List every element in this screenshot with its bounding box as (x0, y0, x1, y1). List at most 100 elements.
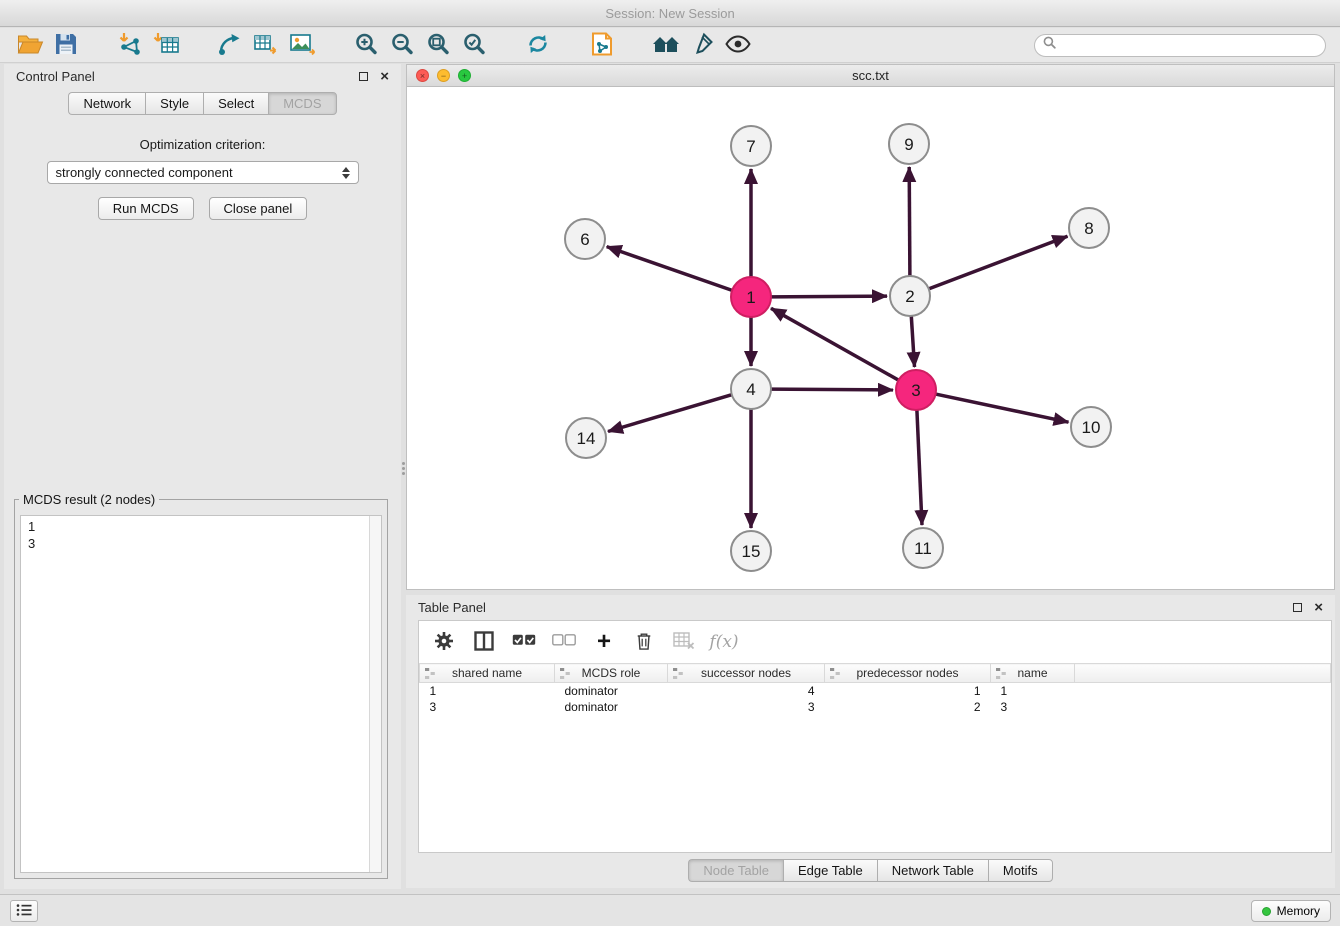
export-image-icon (289, 32, 315, 59)
export-table-button[interactable] (248, 30, 284, 60)
table-cell[interactable]: 3 (991, 699, 1075, 715)
graph-edge-1-2[interactable] (771, 296, 887, 297)
column-header-predecessor-nodes[interactable]: predecessor nodes (825, 664, 991, 683)
columns-icon (474, 631, 494, 654)
column-header-name[interactable]: name (991, 664, 1075, 683)
tab-select[interactable]: Select (203, 92, 268, 115)
graph-node-9[interactable]: 9 (889, 124, 929, 164)
table-cell[interactable]: dominator (555, 683, 668, 699)
column-header-shared-name[interactable]: shared name (420, 664, 555, 683)
table-cell[interactable]: 3 (420, 699, 555, 715)
graph-edge-4-3[interactable] (771, 389, 893, 390)
clone-network-button[interactable] (584, 30, 620, 60)
graph-node-1[interactable]: 1 (731, 277, 771, 317)
window-minimize-button[interactable]: − (437, 69, 450, 82)
table-cell[interactable]: 3 (668, 699, 825, 715)
window-title: Session: New Session (605, 6, 734, 21)
save-session-button[interactable] (48, 30, 84, 60)
table-settings-button[interactable] (429, 627, 459, 657)
task-history-button[interactable] (10, 900, 38, 922)
zoom-out-button[interactable] (384, 30, 420, 60)
search-input[interactable] (1062, 38, 1317, 52)
graph-node-2[interactable]: 2 (890, 276, 930, 316)
graph-edge-3-1[interactable] (771, 308, 899, 380)
function-builder-button[interactable]: f(x) (709, 627, 739, 657)
window-close-button[interactable]: × (416, 69, 429, 82)
result-scrollbar[interactable] (369, 516, 381, 872)
network-canvas[interactable]: 7 9 6 8 1 2 4 3 14 10 15 11 (407, 88, 1334, 589)
show-columns-button[interactable] (469, 627, 499, 657)
delete-table-button[interactable] (669, 627, 699, 657)
graph-edge-1-6[interactable] (607, 247, 732, 291)
graph-node-3[interactable]: 3 (896, 370, 936, 410)
network-graph[interactable]: 7 9 6 8 1 2 4 3 14 10 15 11 (407, 88, 1334, 589)
import-network-button[interactable] (112, 30, 148, 60)
graph-node-8[interactable]: 8 (1069, 208, 1109, 248)
export-image-button[interactable] (284, 30, 320, 60)
mcds-result-text[interactable]: 1 3 (20, 515, 382, 873)
table-row[interactable]: 3dominator323 (420, 699, 1331, 715)
select-all-rows-button[interactable] (509, 627, 539, 657)
graph-edge-2-8[interactable] (929, 236, 1068, 289)
control-panel-close-icon[interactable]: × (380, 69, 389, 84)
window-zoom-button[interactable]: + (458, 69, 471, 82)
column-header-filler (1075, 664, 1331, 683)
tab-node-table[interactable]: Node Table (688, 859, 783, 882)
tab-mcds[interactable]: MCDS (268, 92, 336, 115)
table-cell[interactable]: 1 (991, 683, 1075, 699)
open-file-button[interactable] (12, 30, 48, 60)
delete-table-icon (673, 632, 695, 653)
tab-edge-table[interactable]: Edge Table (783, 859, 877, 882)
graph-edge-4-14[interactable] (608, 395, 732, 432)
column-header-MCDS-role[interactable]: MCDS role (555, 664, 668, 683)
graph-node-4[interactable]: 4 (731, 369, 771, 409)
toolbar-group-refresh (520, 30, 556, 60)
graph-edge-2-3[interactable] (911, 316, 914, 367)
zoom-in-button[interactable] (348, 30, 384, 60)
table-cell[interactable]: dominator (555, 699, 668, 715)
graph-edge-3-11[interactable] (917, 410, 922, 525)
tab-motifs[interactable]: Motifs (988, 859, 1053, 882)
memory-label: Memory (1277, 904, 1320, 918)
annotation-button[interactable] (684, 30, 720, 60)
memory-button[interactable]: Memory (1251, 900, 1331, 922)
table-row[interactable]: 1dominator411 (420, 683, 1331, 699)
table-cell[interactable]: 2 (825, 699, 991, 715)
mcds-result-group: MCDS result (2 nodes) 1 3 (14, 492, 388, 879)
refresh-layout-button[interactable] (520, 30, 556, 60)
column-header-successor-nodes[interactable]: successor nodes (668, 664, 825, 683)
show-graphics-details-button[interactable] (720, 30, 756, 60)
optimization-criterion-select[interactable]: strongly connected component (47, 161, 359, 184)
graph-node-10[interactable]: 10 (1071, 407, 1111, 447)
graph-node-6[interactable]: 6 (565, 219, 605, 259)
control-panel: Control Panel × Network Style Select MCD… (4, 64, 401, 889)
graph-node-label: 9 (904, 135, 913, 154)
first-neighbors-button[interactable] (648, 30, 684, 60)
graph-edge-3-10[interactable] (936, 394, 1069, 422)
tab-network[interactable]: Network (68, 92, 145, 115)
graph-edge-2-9[interactable] (909, 167, 910, 276)
tab-style[interactable]: Style (145, 92, 203, 115)
zoom-selected-button[interactable] (456, 30, 492, 60)
table-cell[interactable]: 1 (825, 683, 991, 699)
table-cell[interactable]: 1 (420, 683, 555, 699)
control-panel-float-icon[interactable] (359, 72, 368, 81)
run-mcds-button[interactable]: Run MCDS (98, 197, 194, 220)
table-panel-close-icon[interactable]: × (1314, 600, 1323, 615)
tab-network-table[interactable]: Network Table (877, 859, 988, 882)
table-cell[interactable]: 4 (668, 683, 825, 699)
graph-node-11[interactable]: 11 (903, 528, 943, 568)
toolbar-group-session (12, 30, 84, 60)
graph-node-14[interactable]: 14 (566, 418, 606, 458)
close-panel-button[interactable]: Close panel (209, 197, 308, 220)
deselect-all-rows-button[interactable] (549, 627, 579, 657)
search-box[interactable] (1034, 34, 1326, 57)
graph-node-7[interactable]: 7 (731, 126, 771, 166)
export-network-button[interactable] (212, 30, 248, 60)
import-table-button[interactable] (148, 30, 184, 60)
graph-node-15[interactable]: 15 (731, 531, 771, 571)
table-panel-float-icon[interactable] (1293, 603, 1302, 612)
add-column-button[interactable]: + (589, 627, 619, 657)
delete-column-button[interactable] (629, 627, 659, 657)
zoom-fit-button[interactable] (420, 30, 456, 60)
